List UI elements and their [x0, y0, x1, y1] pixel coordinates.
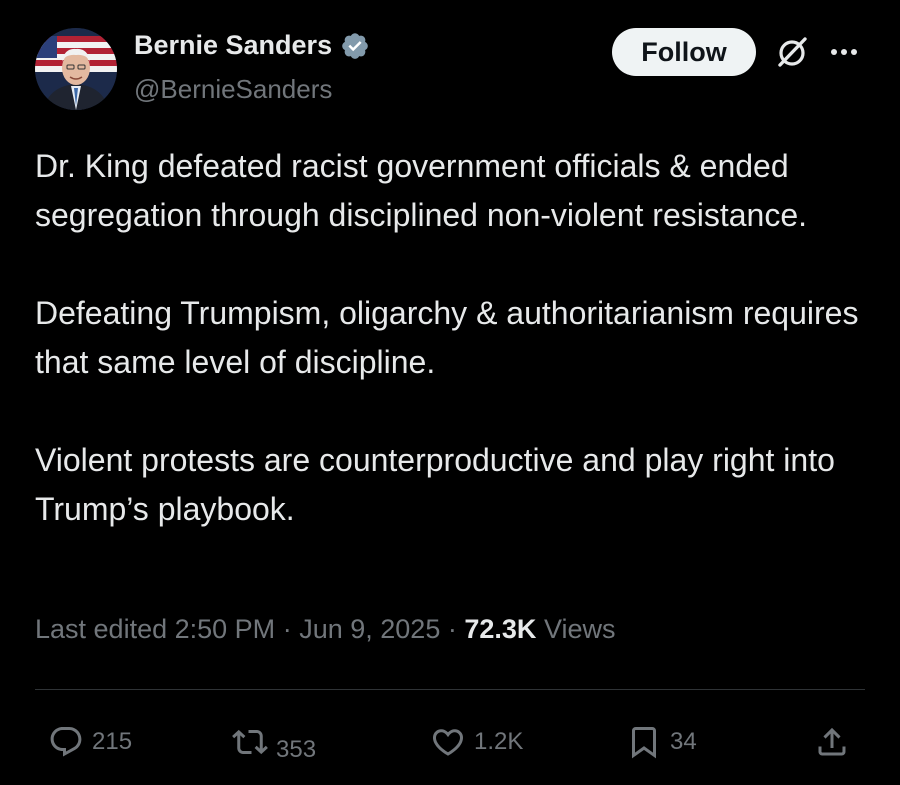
avatar[interactable] [35, 28, 117, 110]
author-handle[interactable]: @BernieSanders [134, 74, 332, 105]
tweet-time[interactable]: 2:50 PM [175, 614, 276, 644]
tweet-paragraph: Dr. King defeated racist government offi… [35, 148, 808, 233]
verified-badge-icon[interactable] [340, 31, 370, 61]
like-count: 1.2K [474, 728, 524, 755]
bookmark-button[interactable]: 34 [626, 720, 697, 764]
more-icon [831, 49, 857, 55]
heart-icon [432, 729, 464, 756]
share-button[interactable] [814, 720, 850, 764]
repost-button[interactable]: 353 [232, 720, 316, 764]
follow-button[interactable]: Follow [612, 28, 756, 76]
edited-label[interactable]: Last edited [35, 614, 167, 644]
grok-icon[interactable] [772, 32, 812, 72]
author-name-text: Bernie Sanders [134, 30, 333, 60]
tweet-meta: Last edited 2:50 PM · Jun 9, 2025 · 72.3… [35, 614, 616, 645]
repost-count: 353 [276, 736, 317, 763]
author-name[interactable]: Bernie Sanders [134, 30, 370, 61]
bookmark-icon [632, 727, 656, 759]
like-button[interactable]: 1.2K [430, 720, 523, 764]
share-icon [818, 727, 846, 756]
meta-separator: · [447, 614, 457, 644]
tweet-date[interactable]: Jun 9, 2025 [299, 614, 440, 644]
tweet-card: Bernie Sanders @BernieSanders Follow Dr.… [0, 0, 900, 785]
more-button[interactable] [824, 32, 864, 72]
reply-button[interactable]: 215 [48, 720, 132, 764]
repost-icon [232, 729, 268, 755]
reply-count: 215 [92, 728, 133, 755]
meta-separator: · [282, 614, 292, 644]
tweet-paragraph: Violent protests are counterproductive a… [35, 442, 835, 527]
tweet-text: Dr. King defeated racist government offi… [35, 142, 865, 583]
reply-icon [50, 727, 82, 757]
views-count[interactable]: 72.3K [464, 614, 536, 644]
views-label: Views [543, 614, 616, 644]
bookmark-count: 34 [670, 728, 697, 755]
tweet-paragraph: Defeating Trumpism, oligarchy & authorit… [35, 295, 859, 380]
divider [35, 689, 865, 690]
avatar-image [35, 28, 117, 110]
